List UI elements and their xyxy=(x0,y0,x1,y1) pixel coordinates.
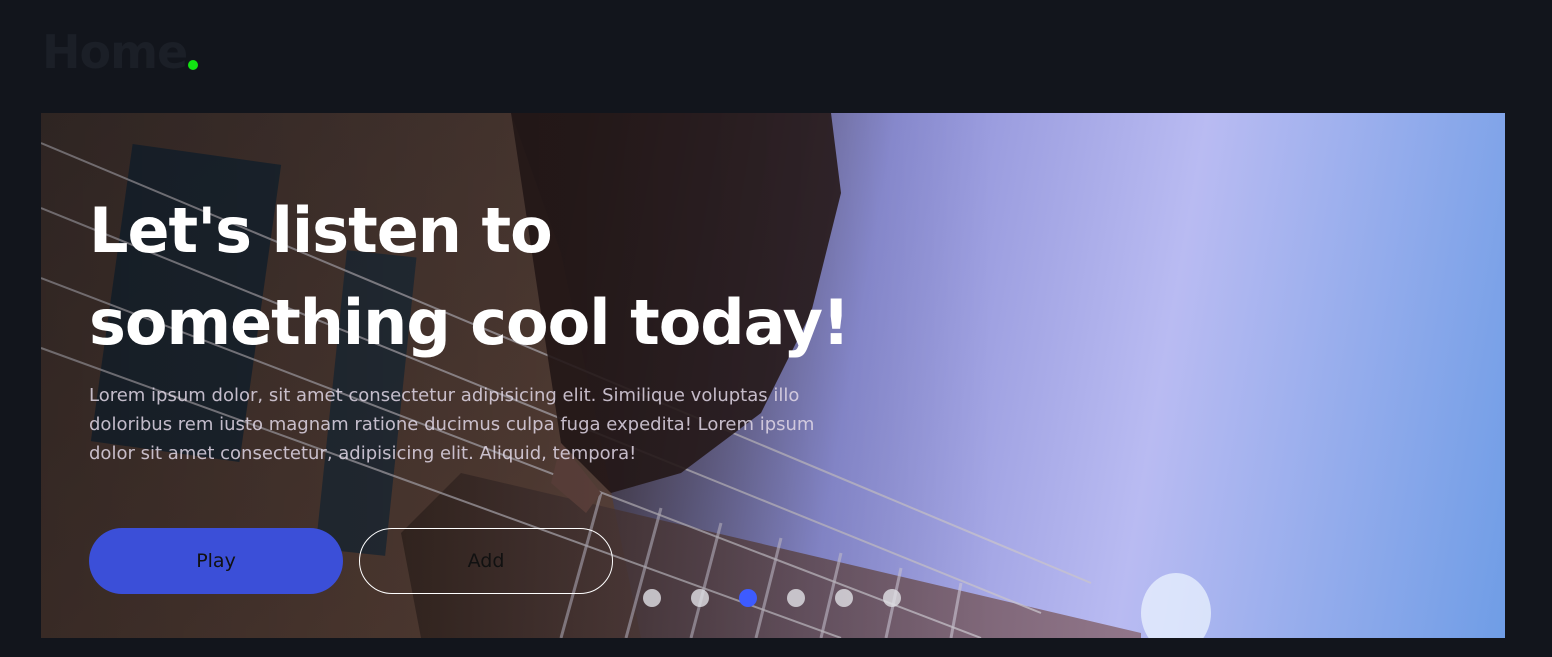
carousel-dots xyxy=(643,589,901,607)
hero-description: Lorem ipsum dolor, sit amet consectetur … xyxy=(89,385,815,464)
hero-banner: Let's listen to something cool today! Lo… xyxy=(41,113,1505,638)
carousel-dot[interactable] xyxy=(739,589,757,607)
carousel-dot[interactable] xyxy=(643,589,661,607)
page-title: Home xyxy=(42,25,188,79)
add-button[interactable]: Add xyxy=(359,528,613,594)
carousel-dot[interactable] xyxy=(835,589,853,607)
carousel-dot[interactable] xyxy=(787,589,805,607)
play-button[interactable]: Play xyxy=(89,528,343,594)
carousel-dot[interactable] xyxy=(883,589,901,607)
title-accent-dot xyxy=(188,60,198,70)
carousel-dot[interactable] xyxy=(691,589,709,607)
hero-heading: Let's listen to something cool today! xyxy=(89,194,850,359)
